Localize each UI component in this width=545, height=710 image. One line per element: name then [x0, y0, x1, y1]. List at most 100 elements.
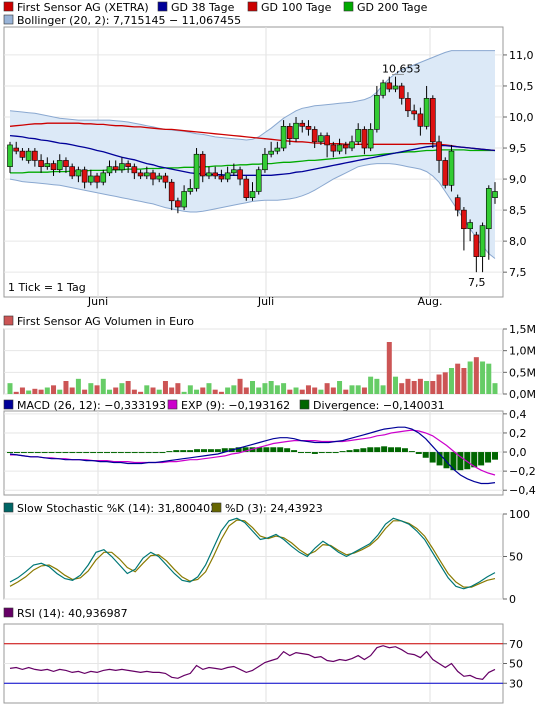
candle-body: [299, 122, 306, 127]
candle-body: [461, 209, 467, 230]
candle-body: [32, 150, 38, 161]
volume-bar: [69, 387, 75, 394]
price-y-tick-label: 10,5: [509, 80, 534, 93]
candle-body: [430, 98, 436, 143]
volume-bar: [262, 383, 268, 394]
candle-body: [436, 141, 442, 161]
candle-body: [442, 160, 449, 186]
candle-body: [100, 172, 107, 183]
candle-body: [398, 85, 405, 99]
divergence-bar: [381, 446, 388, 453]
volume-bar: [38, 389, 44, 394]
divergence-bar: [97, 452, 104, 454]
candle-body: [162, 175, 169, 183]
candle-body: [311, 129, 318, 143]
candle-body: [448, 150, 455, 186]
volume-legend-swatch: [3, 315, 14, 326]
divergence-bar: [304, 452, 311, 454]
divergence-bar: [41, 452, 48, 454]
candle-body: [342, 144, 349, 149]
volume-bar: [75, 378, 81, 394]
candle-body: [417, 113, 424, 127]
divergence-bar: [318, 452, 325, 454]
divergence-bar: [353, 449, 360, 453]
candle-body: [81, 169, 88, 183]
divergence-bar: [180, 450, 187, 453]
macd-y-tick-label: 0,2: [509, 427, 527, 440]
divergence-bar: [131, 452, 138, 454]
divergence-bar: [291, 450, 298, 453]
volume-bar: [324, 383, 330, 394]
divergence-bar: [492, 452, 498, 460]
price-y-tick-label: 11,0: [509, 49, 534, 62]
candle-body: [287, 126, 293, 140]
divergence-bar: [388, 447, 395, 453]
volume-bar: [212, 389, 218, 394]
volume-bar: [448, 368, 454, 394]
candle-body: [423, 98, 430, 127]
candle-body: [386, 82, 393, 90]
stoch-d-legend-swatch: [211, 502, 222, 513]
price-legend-label: First Sensor AG (XETRA): [17, 1, 149, 14]
divergence-bar: [214, 449, 221, 453]
price-y-tick-label: 8,0: [509, 235, 527, 248]
rsi-legend-swatch: [3, 607, 14, 618]
volume-bar: [312, 387, 318, 394]
exp-legend-swatch: [167, 399, 178, 410]
volume-bar: [243, 387, 249, 394]
divergence-legend-swatch: [299, 399, 310, 410]
divergence-bar: [166, 451, 173, 453]
volume-bar: [256, 387, 262, 394]
volume-bar: [355, 385, 361, 394]
low-annotation: 7,5: [468, 276, 486, 289]
volume-bar: [281, 383, 287, 394]
divergence-bar: [298, 452, 304, 454]
divergence-bar: [69, 452, 76, 454]
candle-body: [56, 160, 63, 171]
volume-bar: [374, 378, 380, 394]
volume-bar: [106, 389, 112, 394]
candle-body: [380, 82, 386, 96]
volume-bar: [268, 381, 274, 394]
macd-y-tick-label: 0,0: [509, 446, 527, 459]
candle-body: [411, 110, 417, 115]
candle-body: [143, 172, 150, 177]
volume-bar: [57, 389, 63, 394]
volume-bar: [330, 387, 336, 394]
divergence-bar: [270, 447, 277, 453]
candle-body: [7, 144, 13, 167]
volume-bar: [131, 389, 137, 394]
candle-body: [361, 129, 368, 149]
candle-body: [218, 175, 225, 180]
candle-body: [63, 160, 69, 167]
divergence-bar: [194, 449, 201, 453]
volume-y-tick-label: 1,0M: [509, 345, 536, 358]
divergence-bar: [346, 450, 353, 453]
candle-body: [280, 126, 287, 149]
volume-bar: [32, 388, 38, 394]
candle-body: [485, 188, 492, 230]
macd-y-tick-label: −0,2: [509, 465, 536, 478]
divergence-bar: [7, 452, 13, 454]
candle-body: [367, 129, 374, 149]
divergence-bar: [187, 450, 194, 453]
candle-body: [187, 188, 194, 192]
macd-y-tick-label: 0,4: [509, 408, 527, 421]
volume-bar: [455, 363, 461, 394]
volume-bar: [417, 378, 423, 394]
volume-bar: [430, 381, 436, 394]
volume-bar: [119, 383, 125, 394]
candle-body: [137, 172, 144, 177]
price-y-tick-label: 10,0: [509, 111, 534, 124]
bollinger-legend-label: Bollinger (20, 2): 7,715145 − 11,067455: [17, 14, 241, 27]
stock-chart: First Sensor AG (XETRA) GD 38 Tage GD 100 …: [3, 1, 536, 704]
divergence-bar: [201, 449, 207, 453]
volume-bar: [368, 376, 374, 394]
stoch-k-legend-swatch: [3, 502, 14, 513]
volume-bar: [100, 378, 106, 394]
volume-bar: [305, 385, 311, 394]
divergence-bar: [110, 452, 117, 454]
candle-body: [274, 147, 281, 152]
candle-body: [44, 163, 51, 167]
bollinger-legend-swatch: [3, 14, 14, 25]
